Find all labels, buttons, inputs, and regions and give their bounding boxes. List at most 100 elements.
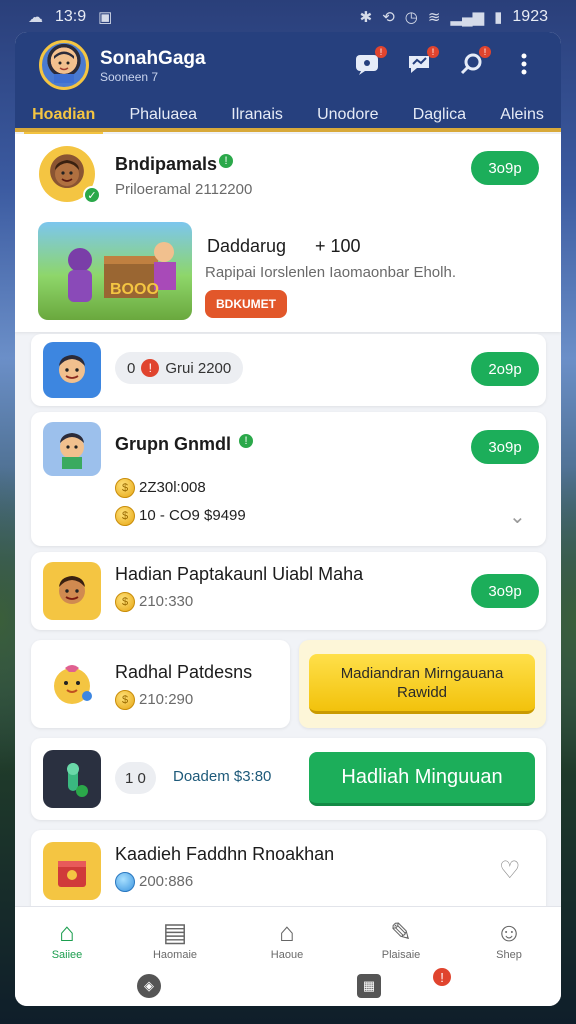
home-icon: ⌂ <box>59 917 75 947</box>
app-header: SonahGaga Sooneen 7 ! ! ! Hoadian Phalua… <box>15 32 561 134</box>
house-icon: ⌂ <box>279 917 295 947</box>
card5-title: Hadian Paptakaunl Uiabl Maha <box>115 564 364 584</box>
card1-subtitle: Priloeramal 2112200 <box>115 181 253 198</box>
nav-alert-icon: ! <box>433 968 451 986</box>
heart-icon[interactable]: ♡ <box>499 856 521 885</box>
card8: Kaadieh Faddhn Rnoakhan 200:886 ♡ <box>31 830 546 910</box>
card5-button[interactable]: 3o9p <box>471 574 539 608</box>
tab-ilranais[interactable]: Ilranais <box>227 100 287 130</box>
search-icon[interactable]: ! <box>457 46 491 78</box>
card4: Grupn Gnmdl ! 3o9p $2Z30l:008 $10 - CO9 … <box>31 412 546 546</box>
clipboard-icon: ▤ <box>162 917 188 947</box>
card6-value: 210:290 <box>139 690 194 708</box>
status-time: 13:9 <box>55 8 87 25</box>
coin-icon: $ <box>115 506 135 526</box>
grid-icon[interactable]: ▦ <box>357 974 381 998</box>
message-icon[interactable]: ! <box>353 46 387 78</box>
card7-badge-text: 1 0 <box>125 769 146 787</box>
reward-list: ✓ Bndipamals ! Priloeramal 2112200 3o9p … <box>15 134 561 910</box>
card2-button[interactable]: BDKUMET <box>205 290 287 318</box>
card3-pill-number: 0 <box>127 359 136 377</box>
nav-plaisaie-label: Plaisaie <box>381 949 421 961</box>
profile-icon: ☺ <box>495 917 523 947</box>
alert-icon: ! <box>141 359 160 377</box>
card2-title: Daddarug <box>207 236 287 256</box>
verified-check-icon: ✓ <box>83 186 101 204</box>
card2-description: Rapipai Iorslenlen Iaomaonbar Eholh. <box>205 264 456 281</box>
featured-card: ✓ Bndipamals ! Priloeramal 2112200 3o9p … <box>15 134 561 332</box>
card4-line1-text: 2Z30l:008 <box>139 478 206 496</box>
nav-shep[interactable]: ☺ Shep <box>469 917 549 961</box>
nav-home-label: Saiiee <box>51 949 83 961</box>
alarm-icon: ◷ <box>404 9 418 26</box>
weekly-reward-button[interactable]: Madiandran Mirngauana Rawidd <box>309 654 535 714</box>
sync-icon: ⟲ <box>382 9 395 26</box>
promo-illustration-icon: BOOO <box>68 242 176 302</box>
svg-text:BOOO: BOOO <box>110 281 159 298</box>
header-actions: ! ! ! <box>353 46 539 78</box>
nav-haoue[interactable]: ⌂ Haoue <box>247 917 327 961</box>
tab-bar: Hoadian Phaluaea Ilranais Unodore Daglic… <box>15 98 561 134</box>
gem-icon <box>115 872 135 892</box>
tab-aleins[interactable]: Aleins <box>496 100 548 130</box>
cloud-icon: ☁ <box>28 9 43 26</box>
card4-badge-icon: ! <box>237 432 255 450</box>
tab-hoadian[interactable]: Hoadian <box>24 100 104 134</box>
card8-value-row: 200:886 <box>115 872 193 892</box>
girl-face-icon <box>55 160 79 186</box>
wifi-icon: ≋ <box>427 9 441 26</box>
promo-image: BOOO <box>38 222 192 320</box>
card6-avatar <box>43 654 101 712</box>
search-badge: ! <box>479 46 491 58</box>
card4-line1: $2Z30l:008 <box>115 478 206 498</box>
status-bar: ☁ 13:9 ▣ ✱ ⟲ ◷ ≋ ▂▄▆ ▮ 1923 <box>0 0 576 34</box>
coin-icon: $ <box>115 478 135 498</box>
card4-avatar <box>43 422 101 476</box>
nav-plaisaie[interactable]: ✎ Plaisaie <box>361 917 441 961</box>
bluetooth-icon: ✱ <box>359 9 373 26</box>
app-window: SonahGaga Sooneen 7 ! ! ! Hoadian Phalua… <box>15 32 561 1006</box>
card7-text: Doadem $3:80 <box>173 768 272 785</box>
shield-icon[interactable]: ◈ <box>137 974 161 998</box>
card1-badge-icon: ! <box>217 152 235 170</box>
edit-icon: ✎ <box>390 917 412 947</box>
message-badge: ! <box>375 46 387 58</box>
card7: 1 0 Doadem $3:80 Hadliah Minguuan <box>31 738 546 820</box>
signal-icon: ▂▄▆ <box>450 9 485 26</box>
nav-shep-label: Shep <box>496 949 522 961</box>
more-icon[interactable] <box>509 50 539 78</box>
nav-home[interactable]: ⌂ Saiiee <box>27 917 107 961</box>
coin-icon: $ <box>115 592 135 612</box>
gift-box-icon <box>58 861 86 887</box>
card5-value-row: $210:330 <box>115 592 193 612</box>
card1-button[interactable]: 3o9p <box>471 151 539 185</box>
card6: Radhal Patdesns $210:290 <box>31 640 290 728</box>
coin-icon: $ <box>115 690 135 710</box>
card3-pill-text: Grui 2200 <box>165 359 232 377</box>
nav-haomaie[interactable]: ▤ Haomaie <box>135 917 215 961</box>
chick-icon <box>54 665 92 704</box>
chat-badge: ! <box>427 46 439 58</box>
bottom-nav: ⌂ Saiiee ▤ Haomaie ⌂ Haoue ✎ Plaisaie ☺ … <box>15 906 561 1006</box>
card4-line2-text: 10 - CO9 $9499 <box>139 506 246 524</box>
card3: 0 ! Grui 2200 2o9p <box>31 334 546 406</box>
tab-phaluaea[interactable]: Phaluaea <box>125 100 201 130</box>
tab-daglica[interactable]: Daglica <box>409 100 470 130</box>
card5: Hadian Paptakaunl Uiabl Maha $210:330 3o… <box>31 552 546 630</box>
card5-value: 210:330 <box>139 592 194 610</box>
chevron-down-icon[interactable]: ⌄ <box>509 504 526 529</box>
card3-button[interactable]: 2o9p <box>471 352 539 386</box>
chat-icon[interactable]: ! <box>405 46 439 78</box>
card1-title: Bndipamals <box>115 154 218 174</box>
user-name: SonahGaga <box>100 48 206 69</box>
card2-amount: + 100 <box>315 236 361 256</box>
card7-avatar <box>43 750 101 808</box>
tab-unodore[interactable]: Unodore <box>313 100 382 130</box>
kid-face-icon <box>59 576 85 604</box>
card4-button[interactable]: 3o9p <box>471 430 539 464</box>
nav-haoue-label: Haoue <box>270 949 304 961</box>
avatar[interactable] <box>39 40 89 90</box>
rattle-icon <box>67 763 88 797</box>
card7-button[interactable]: Hadliah Minguuan <box>309 752 535 806</box>
nav-haomaie-label: Haomaie <box>152 949 198 961</box>
